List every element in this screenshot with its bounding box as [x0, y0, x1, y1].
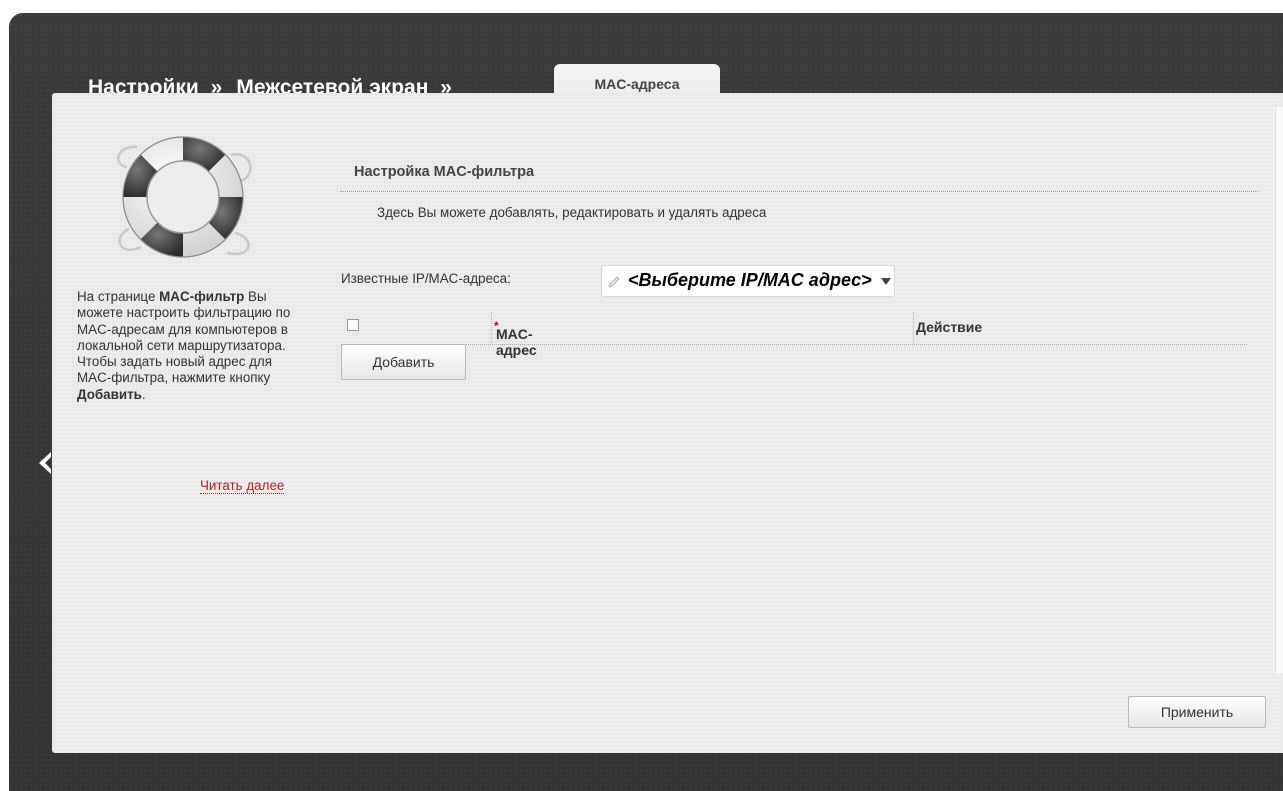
- select-all-checkbox[interactable]: [347, 319, 359, 331]
- column-mac-address: MAC-адрес *: [491, 312, 912, 358]
- scrollbar[interactable]: [1273, 107, 1283, 673]
- mac-table-header: MAC-адрес * Действие: [341, 312, 1248, 358]
- section-description: Здесь Вы можете добавлять, редактировать…: [377, 205, 767, 220]
- lifebuoy-icon: [117, 136, 252, 258]
- help-text: На странице MAC-фильтр Вы можете настрои…: [77, 289, 291, 402]
- known-addresses-label: Известные IP/MAC-адреса:: [341, 271, 511, 286]
- known-addresses-select[interactable]: <Выберите IP/MAC адрес>: [601, 265, 895, 297]
- scrollbar-thumb[interactable]: [1275, 107, 1282, 673]
- caret-down-icon: [881, 278, 891, 285]
- content-panel: На странице MAC-фильтр Вы можете настрои…: [52, 93, 1283, 753]
- section-title: Настройка MAC-фильтра: [354, 164, 535, 180]
- read-more-link[interactable]: Читать далее: [200, 478, 285, 494]
- known-addresses-select-value: <Выберите IP/MAC адрес>: [628, 270, 872, 290]
- pencil-icon: [608, 276, 620, 288]
- add-button[interactable]: Добавить: [341, 344, 466, 380]
- apply-button[interactable]: Применить: [1128, 696, 1266, 728]
- column-action: Действие: [913, 312, 1248, 344]
- section-divider: [340, 191, 1258, 192]
